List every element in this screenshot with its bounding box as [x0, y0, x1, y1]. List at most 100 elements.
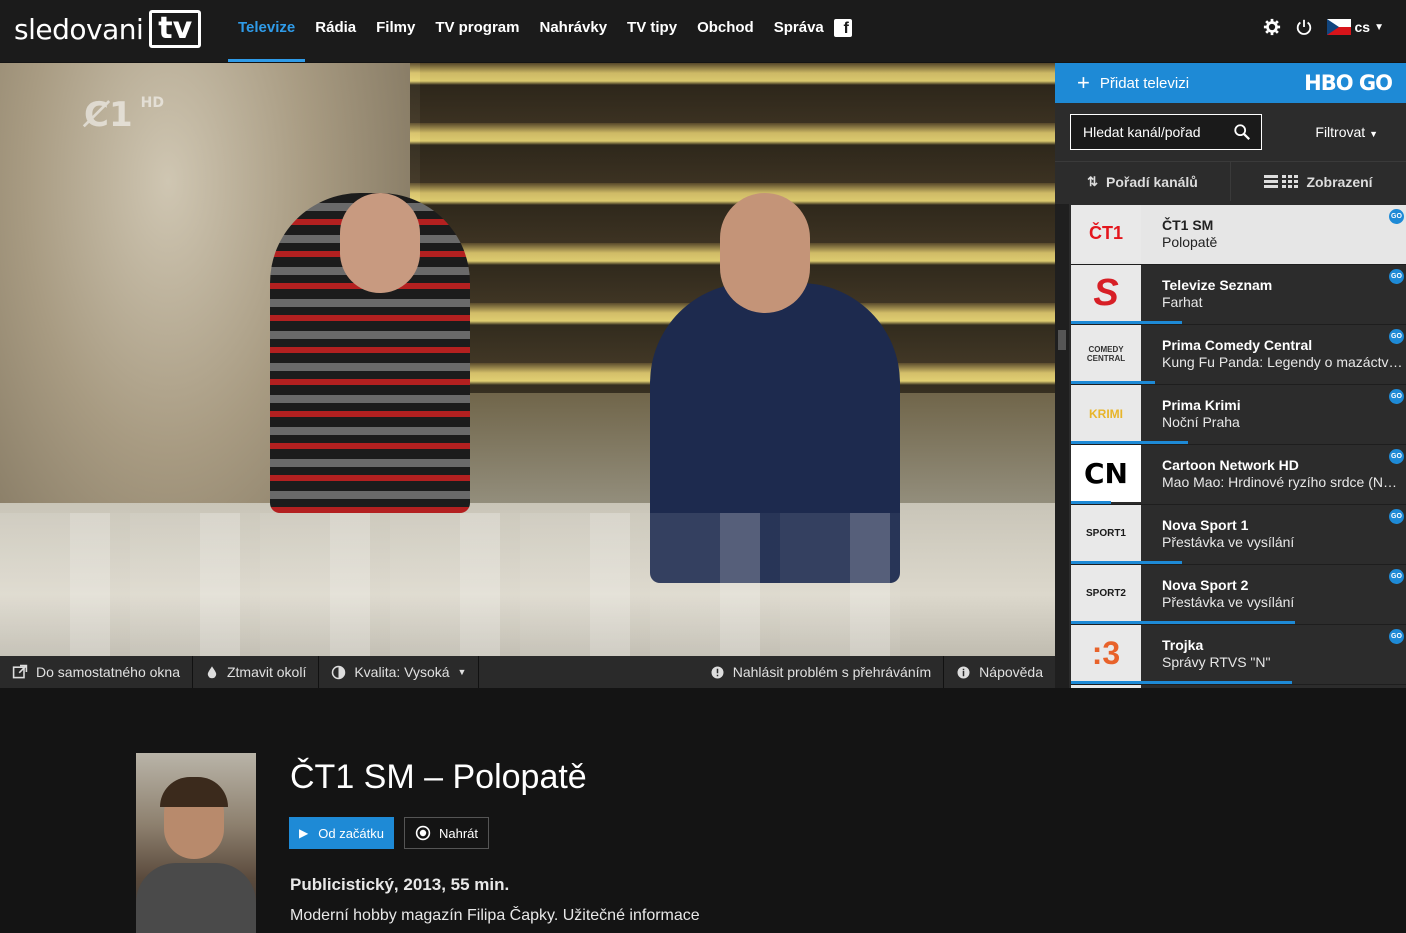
channel-search-input[interactable]: Hledat kanál/pořad: [1070, 114, 1262, 150]
help-label: Nápověda: [979, 664, 1043, 680]
info-icon: [957, 666, 970, 678]
filter-dropdown[interactable]: Filtrovat ▼: [1315, 124, 1378, 140]
channel-row[interactable]: SPORT2 Nova Sport 2 Přestávka ve vysílání G…: [1071, 565, 1406, 625]
channel-row[interactable]: SPORT1 Nova Sport 1 Přestávka ve vysílání G…: [1071, 505, 1406, 565]
top-bar: sledovani tv Televize Rádia Filmy TV pro…: [0, 0, 1406, 62]
grid-view-icon: [1264, 174, 1299, 188]
hbo-go-logo[interactable]: HBO GO: [1304, 71, 1393, 95]
show-progress-bar: [1071, 441, 1189, 444]
nav-televize[interactable]: Televize: [228, 0, 306, 62]
channel-current-show: Farhat: [1162, 294, 1203, 310]
play-from-start-button[interactable]: ▶ Od začátku: [289, 817, 394, 849]
dim-button[interactable]: Ztmavit okolí: [193, 656, 320, 688]
program-actions: ▶ Od začátku Nahrát: [289, 817, 490, 849]
chevron-down-icon: ▼: [1369, 129, 1378, 139]
nav-filmy[interactable]: Filmy: [366, 0, 425, 62]
channel-current-show: Noční Praha: [1162, 414, 1240, 430]
channel-current-show: Polopatě: [1162, 234, 1218, 250]
channel-logo: S: [1071, 265, 1141, 322]
poster-body: [136, 863, 256, 933]
hbo-go-badge-icon: GO: [1389, 509, 1404, 524]
poster-hair: [160, 777, 228, 807]
top-right-tools: cs ▼: [1263, 18, 1384, 36]
channel-logo: COMEDY CENTRAL: [1071, 325, 1141, 382]
channel-watermark: Ȼ1 HD: [84, 95, 164, 135]
channel-logo: KRIMI: [1071, 385, 1141, 442]
sidebar-tabs: ⇅ Pořadí kanálů Zobrazení: [1055, 161, 1406, 201]
video-frame-glasses: [0, 513, 900, 656]
language-selector[interactable]: cs ▼: [1326, 19, 1384, 35]
show-progress-bar: [1071, 501, 1112, 504]
channel-logo: CN: [1071, 445, 1141, 502]
filter-label: Filtrovat: [1315, 124, 1366, 140]
main-nav: Televize Rádia Filmy TV program Nahrávky…: [228, 0, 852, 62]
video-frame-head-1: [340, 193, 420, 293]
nav-nahravky[interactable]: Nahrávky: [530, 0, 618, 62]
record-label: Nahrát: [439, 825, 479, 841]
power-icon[interactable]: [1295, 18, 1313, 36]
channel-row[interactable]: :3 Trojka Správy RTVS "N" GO: [1071, 625, 1406, 685]
channel-row[interactable]: ČT1 ČT1 SM Polopatě GO: [1071, 205, 1406, 266]
channel-name: Trojka: [1162, 637, 1204, 653]
record-button[interactable]: Nahrát: [404, 817, 490, 849]
channel-name: Cartoon Network HD: [1162, 457, 1299, 473]
quality-dropdown[interactable]: Kvalita: Vysoká ▼: [319, 656, 480, 688]
language-code: cs: [1354, 19, 1371, 35]
channel-row[interactable]: KRIMI Prima Krimi Noční Praha GO: [1071, 385, 1406, 445]
hbo-go-badge-icon: GO: [1389, 269, 1404, 284]
show-progress-bar: [1071, 381, 1155, 384]
channel-row[interactable]: COMEDY CENTRAL Prima Comedy Central Kung F…: [1071, 325, 1406, 385]
channel-logo: SPORT2: [1071, 565, 1141, 622]
report-label: Nahlásit problém s přehráváním: [732, 664, 932, 680]
quality-label: Kvalita: Vysoká: [354, 664, 450, 680]
plus-icon: +: [1077, 70, 1090, 95]
channel-row[interactable]: CN Cartoon Network HD Mao Mao: Hrdinové ry…: [1071, 445, 1406, 505]
show-progress-bar: [1071, 621, 1296, 624]
channel-list-scrollbar[interactable]: [1055, 204, 1069, 688]
tab-view-label: Zobrazení: [1306, 173, 1373, 190]
record-icon: [415, 825, 431, 841]
channel-current-show: Mao Mao: Hrdinové ryzího srdce (Neb...: [1162, 474, 1404, 490]
hbo-go-badge-icon: GO: [1389, 209, 1404, 224]
scrollbar-thumb[interactable]: [1058, 330, 1066, 350]
channel-current-show: Přestávka ve vysílání: [1162, 534, 1295, 550]
search-icon[interactable]: [1233, 123, 1251, 141]
czech-flag-icon: [1326, 19, 1351, 35]
popout-button[interactable]: Do samostatného okna: [0, 656, 193, 688]
channel-logo: :3: [1071, 625, 1141, 682]
external-window-icon: [12, 664, 28, 679]
nav-radia[interactable]: Rádia: [305, 0, 366, 62]
channel-name: Prima Krimi: [1162, 397, 1241, 413]
popout-label: Do samostatného okna: [36, 664, 180, 680]
channel-name: Nova Sport 1: [1162, 517, 1249, 533]
nav-sprava[interactable]: Správa: [764, 0, 834, 62]
channel-logo: SPORT1: [1071, 505, 1141, 562]
tab-channel-order[interactable]: ⇅ Pořadí kanálů: [1055, 162, 1231, 201]
add-tv-button[interactable]: + Přidat televizi HBO GO: [1055, 63, 1406, 103]
hbo-go-badge-icon: GO: [1389, 449, 1404, 464]
nav-tv-tipy[interactable]: TV tipy: [617, 0, 687, 62]
video-player[interactable]: Ȼ1 HD: [0, 63, 1055, 656]
play-icon: ▶: [299, 826, 309, 840]
program-title: ČT1 SM – Polopatě: [290, 758, 587, 796]
gear-icon[interactable]: [1263, 18, 1281, 36]
channel-row[interactable]: S Televize Seznam Farhat GO: [1071, 265, 1406, 325]
program-description: Moderní hobby magazín Filipa Čapky. Užit…: [290, 907, 700, 924]
report-problem-button[interactable]: Nahlásit problém s přehráváním: [698, 656, 945, 688]
show-progress-bar: [1071, 321, 1182, 324]
play-label: Od začátku: [318, 825, 384, 841]
nav-obchod[interactable]: Obchod: [687, 0, 764, 62]
channel-list: ČT1 ČT1 SM Polopatě GO S Televize Seznam Farha…: [1071, 205, 1406, 688]
hbo-go-badge-icon: GO: [1389, 629, 1404, 644]
site-logo[interactable]: sledovani tv: [14, 8, 202, 50]
channel-name: ČT1 SM: [1162, 217, 1214, 233]
nav-tv-program[interactable]: TV program: [425, 0, 529, 62]
facebook-icon[interactable]: f: [833, 19, 852, 37]
chevron-down-icon: ▼: [1374, 21, 1384, 33]
program-meta: Publicistický, 2013, 55 min.: [290, 875, 510, 894]
dim-label: Ztmavit okolí: [226, 664, 307, 680]
tab-view[interactable]: Zobrazení: [1231, 162, 1406, 201]
help-button[interactable]: Nápověda: [944, 656, 1055, 688]
channel-watermark-hd: HD: [140, 95, 164, 111]
program-poster: [136, 753, 256, 933]
